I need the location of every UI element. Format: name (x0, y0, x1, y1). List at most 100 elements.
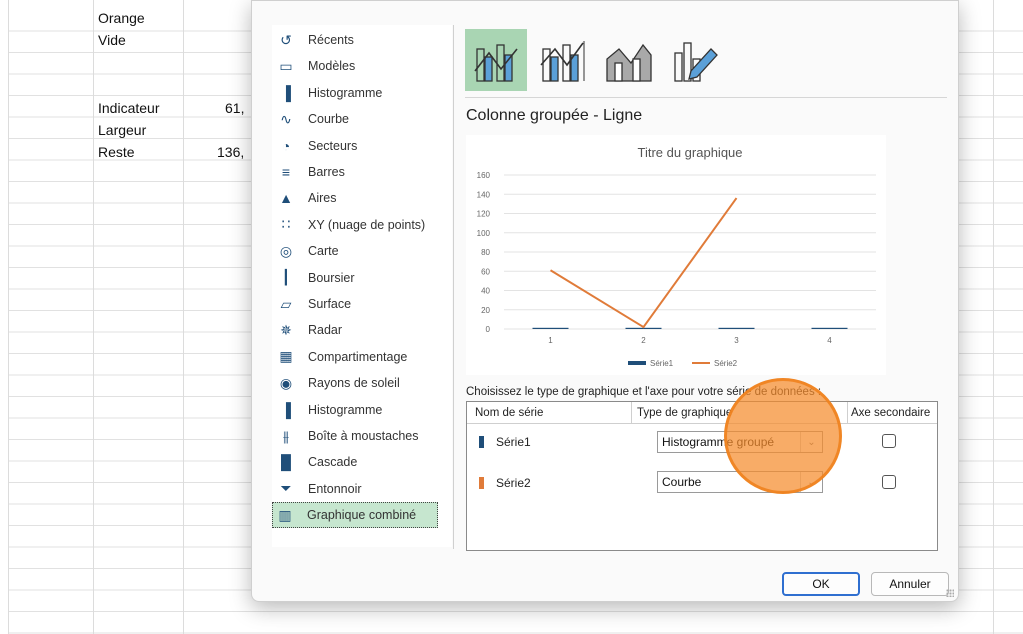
chart-type-item[interactable]: ✵ Radar (274, 317, 438, 343)
series1-chart-type-value: Histogramme groupé (662, 435, 775, 449)
cell-a7[interactable]: Reste (98, 144, 135, 160)
chart-type-label: Entonnoir (308, 481, 362, 496)
clustered-column-line-icon (474, 44, 518, 82)
cancel-button[interactable]: Annuler (871, 572, 949, 596)
chart-type-label: XY (nuage de points) (308, 217, 426, 232)
x-tick-label: 4 (827, 336, 832, 345)
cell-a1[interactable]: Orange (98, 10, 145, 26)
chart-type-label: Boîte à moustaches (308, 429, 419, 443)
chart-type-item[interactable]: ⏷ Entonnoir (274, 476, 438, 502)
subtype-clustered-column-line[interactable] (465, 29, 527, 91)
box-whisker-icon: ⫵ (282, 427, 290, 444)
grid-column-line (993, 0, 994, 634)
chart-type-item[interactable]: ◔ Secteurs (274, 133, 438, 159)
custom-combo-pencil-icon (674, 42, 718, 82)
treemap-chart-icon: ▦ (279, 348, 293, 365)
cell-b7[interactable]: 136, (217, 144, 244, 160)
series1-color-swatch (479, 436, 484, 448)
header-divider (467, 423, 937, 424)
chart-type-label: Boursier (308, 270, 355, 285)
chart-type-label: Barres (308, 165, 345, 179)
surface-chart-icon: ▱ (280, 295, 292, 312)
subtype-title: Colonne groupée - Ligne (466, 107, 643, 124)
y-tick-label: 20 (481, 306, 490, 315)
column-chart-icon: ▐ (281, 84, 291, 101)
chevron-down-icon[interactable]: ⌄ (800, 432, 822, 452)
cell-a2[interactable]: Vide (98, 32, 126, 48)
chart-type-item[interactable]: ▭ Modèles (274, 53, 438, 79)
cell-b5[interactable]: 61, (225, 100, 244, 116)
chart-type-label: Radar (308, 323, 343, 338)
series2-secondary-axis-checkbox[interactable] (882, 475, 896, 489)
series1-bar (718, 327, 755, 329)
chart-type-label: Cascade (308, 455, 358, 470)
chart-type-item[interactable]: ▦ Compartimentage (274, 344, 438, 370)
series-row-2-name: Série2 (479, 476, 531, 490)
line-chart-icon: ∿ (280, 110, 292, 127)
subtype-column-line-secondary-axis[interactable] (531, 29, 593, 91)
x-tick-label: 3 (734, 336, 739, 345)
chart-type-item[interactable]: ≡ Barres (274, 159, 438, 185)
funnel-chart-icon: ⏷ (280, 480, 292, 497)
cell-a6[interactable]: Largeur (98, 122, 146, 138)
area-chart-icon: ▲ (279, 190, 293, 207)
series-table: Nom de série Type de graphique Axe secon… (466, 401, 938, 551)
waterfall-chart-icon: █ (281, 454, 291, 471)
chart-type-item[interactable]: ∿ Courbe (274, 106, 438, 132)
ok-button[interactable]: OK (782, 572, 860, 596)
map-chart-icon: ◎ (279, 242, 293, 259)
series1-secondary-axis-checkbox[interactable] (882, 434, 896, 448)
stock-chart-icon: ┃ (281, 269, 291, 286)
chart-type-item[interactable]: ┃ Boursier (274, 265, 438, 291)
chart-type-item[interactable]: ▥ Graphique combiné (272, 502, 438, 529)
chart-title: Titre du graphique (637, 145, 742, 160)
chart-type-label: Courbe (308, 112, 349, 127)
chart-type-label: Modèles (308, 59, 356, 74)
chart-type-list: ↺ Récents ▭ Modèles ▐ Histogramme ∿ Courbe ◔ Sect… (272, 25, 452, 547)
column-line-secondary-icon (540, 41, 585, 82)
chart-type-item[interactable]: ▱ Surface (274, 291, 438, 317)
chart-type-item[interactable]: ∷ XY (nuage de points) (274, 212, 438, 238)
chart-type-item[interactable]: ▐ Histogramme (274, 80, 438, 106)
chart-type-item[interactable]: ◉ Rayons de soleil (274, 370, 438, 396)
y-tick-label: 80 (481, 248, 490, 257)
cell-a5[interactable]: Indicateur (98, 100, 159, 116)
chart-type-label: Graphique combiné (307, 508, 417, 523)
column-separator (631, 402, 632, 423)
x-tick-label: 1 (548, 336, 553, 345)
preview-chart-svg: Titre du graphique 0 20 40 60 80 100 120 140 160 1… (477, 145, 876, 368)
y-tick-label: 120 (477, 210, 491, 219)
chart-type-label: Histogramme (308, 402, 383, 417)
resize-grip[interactable] (946, 589, 954, 597)
legend-label: Série1 (650, 359, 674, 368)
histogram-chart-icon: ▐ (281, 401, 291, 418)
y-tick-label: 60 (481, 267, 490, 276)
chart-type-item[interactable]: ↺ Récents (274, 27, 438, 53)
chart-type-label: Histogramme (308, 85, 383, 100)
series1-chart-type-select[interactable]: Histogramme groupé ⌄ (657, 431, 823, 453)
chart-type-item[interactable]: ▲ Aires (274, 185, 438, 211)
y-tick-label: 0 (486, 325, 491, 334)
header-secondary-axis: Axe secondaire (851, 407, 931, 419)
chart-type-label: Rayons de soleil (308, 376, 400, 391)
header-series-name: Nom de série (475, 407, 544, 419)
chart-type-item[interactable]: ▐ Histogramme (274, 397, 438, 423)
series2-chart-type-select[interactable]: Courbe ⌄ (657, 471, 823, 493)
chart-type-item[interactable]: ◎ Carte (274, 238, 438, 264)
change-chart-type-dialog: ↺ Récents ▭ Modèles ▐ Histogramme ∿ Courbe ◔ Sect… (251, 0, 959, 602)
sunburst-chart-icon: ◉ (279, 374, 293, 391)
subtype-stacked-area-column[interactable] (597, 29, 659, 91)
chart-preview: Titre du graphique 0 20 40 60 80 100 120 140 160 1… (466, 135, 886, 375)
chart-type-label: Récents (308, 33, 354, 47)
series2-line (549, 197, 738, 329)
grid-column-line (183, 0, 184, 634)
chart-type-label: Aires (308, 191, 337, 206)
subtype-custom-combination[interactable] (663, 29, 725, 91)
pie-chart-icon: ◔ (281, 137, 291, 154)
series1-bar (811, 327, 848, 329)
chart-type-item[interactable]: ⫵ Boîte à moustaches (274, 423, 438, 449)
chevron-down-icon[interactable]: ⌄ (800, 472, 822, 492)
chart-type-item[interactable]: █ Cascade (274, 449, 438, 475)
chart-type-label: Carte (308, 244, 339, 259)
subtype-divider (465, 97, 947, 98)
